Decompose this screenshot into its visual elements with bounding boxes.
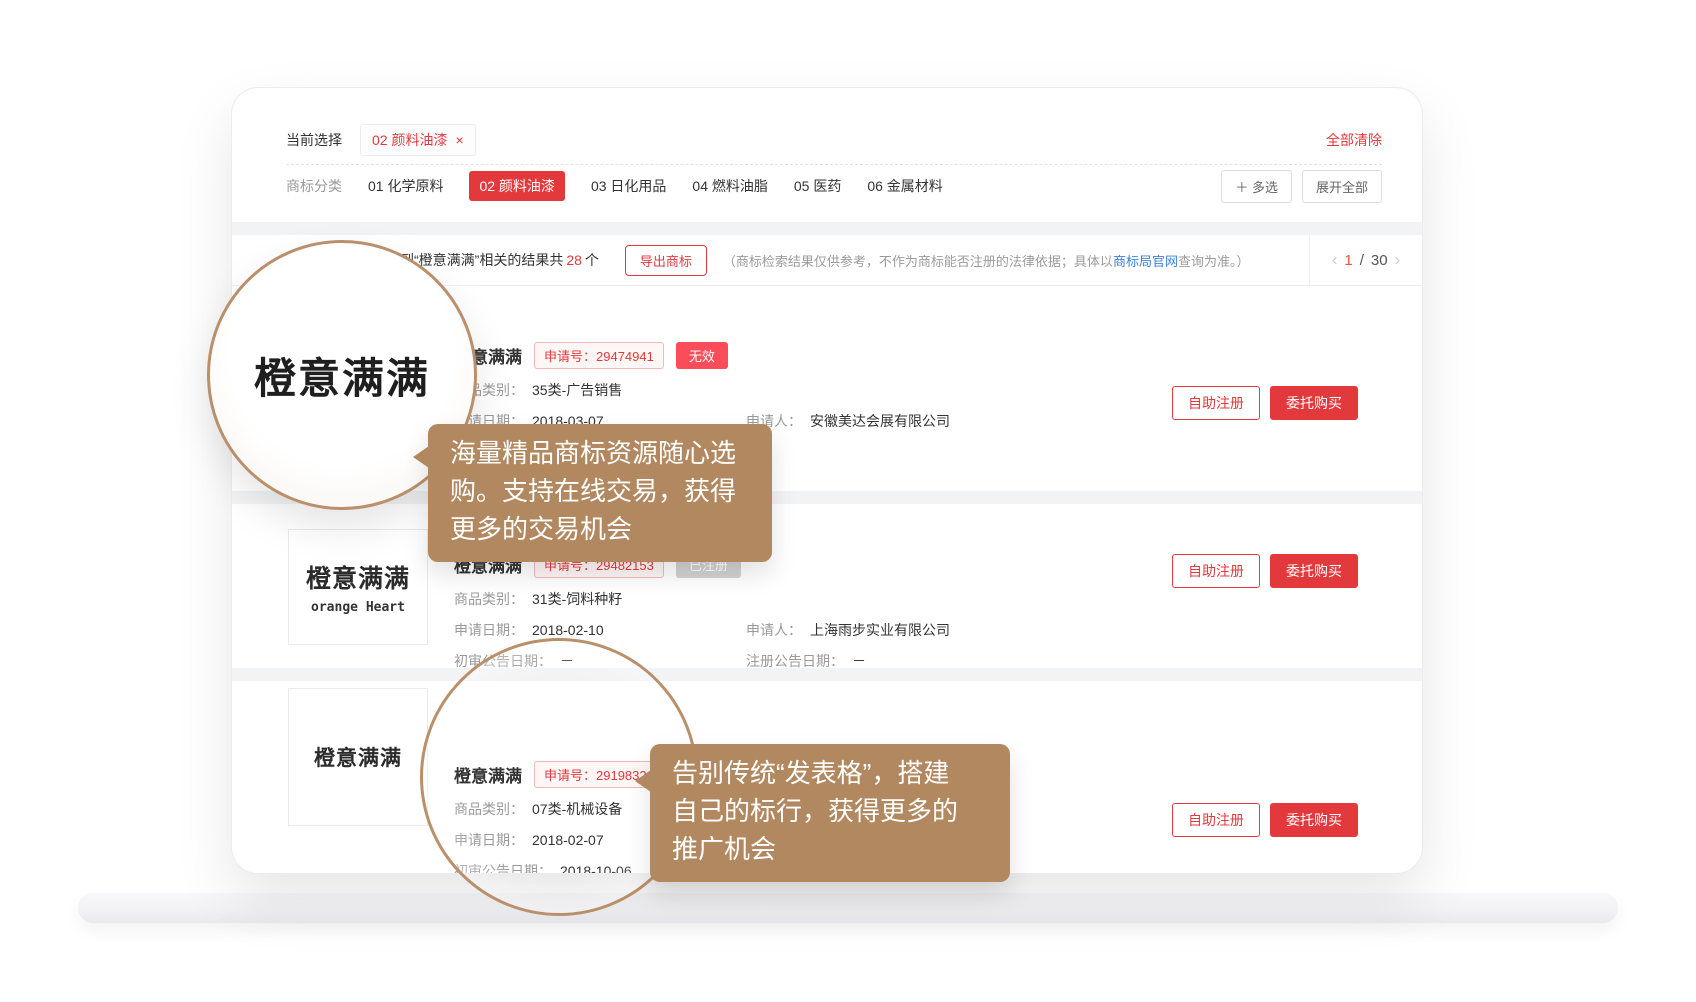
- trademark-image-subtext: orange Heart: [311, 600, 405, 615]
- current-page: 1: [1344, 252, 1352, 269]
- field-label: 申请人：: [746, 621, 802, 640]
- tooltip-line: 购。支持在线交易，获得: [450, 472, 750, 510]
- trademark-image-2[interactable]: 橙意满满 orange Heart: [288, 529, 428, 645]
- entrust-buy-button[interactable]: 委托购买: [1270, 554, 1358, 588]
- field-label: 初审公告日期：: [454, 652, 552, 671]
- selected-filter-tag[interactable]: 02 颜料油漆 ×: [360, 124, 476, 156]
- category-row: 商标分类 01 化学原料 02 颜料油漆 03 日化用品 04 燃料油脂 05 …: [286, 165, 1382, 207]
- entrust-buy-button[interactable]: 委托购买: [1270, 803, 1358, 837]
- field-value: －: [560, 652, 574, 671]
- trademark-image-text: 橙意满满: [314, 742, 402, 772]
- field-value: 35类-广告销售: [532, 381, 622, 400]
- pagination: ‹ 1 / 30 ›: [1309, 235, 1422, 285]
- expand-all-button[interactable]: 展开全部: [1302, 170, 1382, 203]
- category-item-01[interactable]: 01 化学原料: [368, 176, 443, 196]
- total-pages: 30: [1371, 252, 1388, 269]
- category-item-05[interactable]: 05 医药: [794, 176, 841, 196]
- clear-all-link[interactable]: 全部清除: [1326, 130, 1382, 150]
- trademark-name[interactable]: 橙意满满: [454, 762, 522, 787]
- field-value: 31类-饲料种籽: [532, 590, 622, 609]
- self-register-button[interactable]: 自助注册: [1172, 554, 1260, 588]
- selected-filter-tag-text: 02 颜料油漆: [372, 130, 447, 150]
- current-selection-label: 当前选择: [286, 130, 342, 150]
- tooltip-line: 自己的标行，获得更多的: [672, 792, 988, 830]
- close-icon[interactable]: ×: [455, 132, 463, 148]
- field-value: 2018-02-10: [532, 621, 604, 640]
- next-page-icon[interactable]: ›: [1395, 250, 1401, 270]
- category-label: 商标分类: [286, 176, 342, 196]
- category-item-02-active[interactable]: 02 颜料油漆: [469, 171, 564, 201]
- field-value: －: [852, 652, 866, 671]
- tooltip-line: 海量精品商标资源随心选: [450, 434, 750, 472]
- field-label: 注册公告日期：: [746, 652, 844, 671]
- callout-tooltip-2: 告别传统“发表格”，搭建 自己的标行，获得更多的 推广机会: [650, 744, 1010, 882]
- status-badge-invalid: 无效: [676, 342, 728, 369]
- entrust-buy-button[interactable]: 委托购买: [1270, 386, 1358, 420]
- row-actions: 自助注册 委托购买: [1172, 554, 1358, 588]
- application-number-badge: 申请号：29474941: [534, 342, 664, 369]
- results-count: 28: [566, 252, 582, 268]
- trademark-image-text: 橙意满满: [306, 559, 410, 595]
- category-item-03[interactable]: 03 日化用品: [591, 176, 666, 196]
- field-label: 初审公告日期：: [454, 862, 552, 873]
- self-register-button[interactable]: 自助注册: [1172, 803, 1260, 837]
- tooltip-line: 告别传统“发表格”，搭建: [672, 754, 988, 792]
- field-value: 安徽美达会展有限公司: [810, 412, 950, 431]
- field-value: 上海雨步实业有限公司: [810, 621, 950, 640]
- export-trademark-button[interactable]: 导出商标: [625, 245, 707, 276]
- filter-section: 当前选择 02 颜料油漆 × 全部清除 商标分类 01 化学原料 02 颜料油漆…: [232, 88, 1422, 222]
- row-actions: 自助注册 委托购买: [1172, 803, 1358, 837]
- trademark-image-3[interactable]: 橙意满满: [288, 688, 428, 826]
- category-item-06[interactable]: 06 金属材料: [867, 176, 942, 196]
- category-item-04[interactable]: 04 燃料油脂: [692, 176, 767, 196]
- self-register-button[interactable]: 自助注册: [1172, 386, 1260, 420]
- trademark-info-2: 橙意满满 申请号：29482153 已注册 商品类别：31类-饲料种籽 申请日期…: [454, 551, 950, 668]
- field-value: 07类-机械设备: [532, 800, 622, 819]
- field-label: 申请日期：: [454, 621, 524, 640]
- field-value: 2018-02-07: [532, 831, 604, 850]
- current-selection-row: 当前选择 02 颜料油漆 × 全部清除: [286, 116, 1382, 164]
- trademark-row-2: 橙意满满 orange Heart 橙意满满 申请号：29482153 已注册 …: [232, 504, 1422, 668]
- prev-page-icon[interactable]: ‹: [1332, 250, 1338, 270]
- page: 当前选择 02 颜料油漆 × 全部清除 商标分类 01 化学原料 02 颜料油漆…: [0, 0, 1696, 1002]
- page-separator: /: [1360, 252, 1364, 269]
- field-label: 申请日期：: [454, 831, 524, 850]
- field-label: 商品类别：: [454, 590, 524, 609]
- row-actions: 自助注册 委托购买: [1172, 386, 1358, 420]
- tooltip-line: 推广机会: [672, 830, 988, 868]
- trademark-office-link[interactable]: 商标局官网: [1113, 254, 1178, 269]
- category-actions: ＋ 多选 展开全部: [1221, 170, 1382, 203]
- disclaimer-text: （商标检索结果仅供参考，不作为商标能否注册的法律依据；具体以商标局官网查询为准。…: [723, 251, 1250, 270]
- multi-select-button[interactable]: ＋ 多选: [1221, 170, 1292, 203]
- magnified-trademark-text: 橙意满满: [254, 345, 430, 406]
- field-label: 商品类别：: [454, 800, 524, 819]
- field-value: 2018-10-06: [560, 862, 632, 873]
- tooltip-line: 更多的交易机会: [450, 510, 750, 548]
- callout-tooltip-1: 海量精品商标资源随心选 购。支持在线交易，获得 更多的交易机会: [428, 424, 772, 562]
- laptop-base: [78, 893, 1618, 923]
